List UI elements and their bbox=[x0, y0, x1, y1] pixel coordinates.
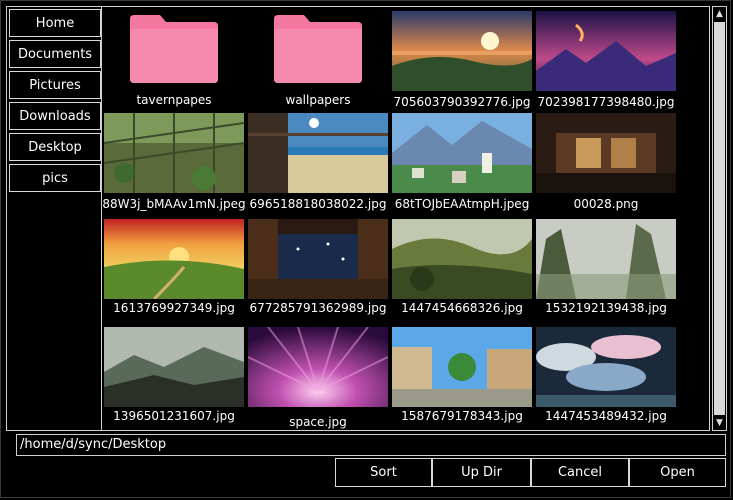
cancel-button[interactable]: Cancel bbox=[531, 458, 629, 487]
file-name: 1613769927349.jpg bbox=[113, 301, 235, 315]
file-name: tavernpapes bbox=[136, 93, 212, 107]
image-item[interactable]: 1613769927349.jpg bbox=[102, 217, 246, 321]
file-name: wallpapers bbox=[285, 93, 351, 107]
image-item[interactable]: 00028.png bbox=[534, 111, 678, 215]
path-input[interactable]: /home/d/sync/Desktop bbox=[16, 434, 726, 456]
folder-item[interactable]: wallpapers bbox=[246, 9, 390, 113]
image-item[interactable]: 1447454668326.jpg bbox=[390, 217, 534, 321]
image-item[interactable]: 1447453489432.jpg bbox=[534, 325, 678, 429]
image-thumbnail bbox=[392, 113, 532, 193]
sidebar-item-home[interactable]: Home bbox=[9, 9, 101, 37]
file-name: 705603790392776.jpg bbox=[393, 95, 531, 109]
image-thumbnail bbox=[392, 219, 532, 299]
image-item[interactable]: 1532192139438.jpg bbox=[534, 217, 678, 321]
sidebar-item-documents[interactable]: Documents bbox=[9, 40, 101, 68]
folder-icon bbox=[130, 15, 218, 83]
scroll-up-arrow-icon[interactable]: ▲ bbox=[713, 7, 726, 21]
image-thumbnail bbox=[536, 219, 676, 299]
file-name: 1396501231607.jpg bbox=[113, 409, 235, 423]
sort-button[interactable]: Sort bbox=[335, 458, 432, 487]
file-name: 696518818038022.jpg bbox=[249, 197, 387, 211]
image-thumbnail bbox=[248, 219, 388, 299]
image-item[interactable]: 705603790392776.jpg bbox=[390, 9, 534, 113]
sidebar-item-downloads[interactable]: Downloads bbox=[9, 102, 101, 130]
file-name: 1447453489432.jpg bbox=[545, 409, 667, 423]
sidebar-item-desktop[interactable]: Desktop bbox=[9, 133, 101, 161]
image-item[interactable]: 696518818038022.jpg bbox=[246, 111, 390, 215]
file-name: 677285791362989.jpg bbox=[249, 301, 387, 315]
folder-icon bbox=[274, 15, 362, 83]
image-item[interactable]: 88W3j_bMAAv1mN.jpeg bbox=[102, 111, 246, 215]
image-item[interactable]: 1587679178343.jpg bbox=[390, 325, 534, 429]
image-thumbnail bbox=[392, 11, 532, 91]
image-thumbnail bbox=[536, 113, 676, 193]
scroll-down-arrow-icon[interactable]: ▼ bbox=[713, 416, 726, 430]
file-name: 00028.png bbox=[573, 197, 639, 211]
file-name: 1447454668326.jpg bbox=[401, 301, 523, 315]
sidebar-item-pics[interactable]: pics bbox=[9, 164, 101, 192]
image-thumbnail bbox=[104, 327, 244, 407]
image-thumbnail bbox=[392, 327, 532, 407]
image-item[interactable]: 68tTOJbEAAtmpH.jpeg bbox=[390, 111, 534, 215]
places-sidebar: Home Documents Pictures Downloads Deskto… bbox=[6, 6, 102, 431]
image-item[interactable]: 702398177398480.jpg bbox=[534, 9, 678, 113]
file-name: 68tTOJbEAAtmpH.jpeg bbox=[394, 197, 530, 211]
file-name: 88W3j_bMAAv1mN.jpeg bbox=[102, 197, 246, 211]
up-dir-button[interactable]: Up Dir bbox=[432, 458, 531, 487]
sidebar-item-pictures[interactable]: Pictures bbox=[9, 71, 101, 99]
image-thumbnail bbox=[104, 113, 244, 193]
image-item[interactable]: 677285791362989.jpg bbox=[246, 217, 390, 321]
folder-item[interactable]: tavernpapes bbox=[102, 9, 246, 113]
image-thumbnail bbox=[248, 113, 388, 193]
image-thumbnail bbox=[248, 327, 388, 407]
open-button[interactable]: Open bbox=[629, 458, 726, 487]
scrollbar-thumb[interactable] bbox=[714, 22, 725, 415]
image-item[interactable]: space.jpg bbox=[246, 325, 390, 429]
image-item[interactable]: 1396501231607.jpg bbox=[102, 325, 246, 429]
file-name: space.jpg bbox=[289, 415, 347, 429]
image-thumbnail bbox=[536, 11, 676, 91]
vertical-scrollbar[interactable]: ▲ ▼ bbox=[712, 6, 727, 431]
file-grid: tavernpapes wallpapers 705603790392776.j… bbox=[102, 6, 710, 431]
image-thumbnail bbox=[104, 219, 244, 299]
file-name: 1532192139438.jpg bbox=[545, 301, 667, 315]
file-name: 1587679178343.jpg bbox=[401, 409, 523, 423]
image-thumbnail bbox=[536, 327, 676, 407]
file-name: 702398177398480.jpg bbox=[537, 95, 675, 109]
